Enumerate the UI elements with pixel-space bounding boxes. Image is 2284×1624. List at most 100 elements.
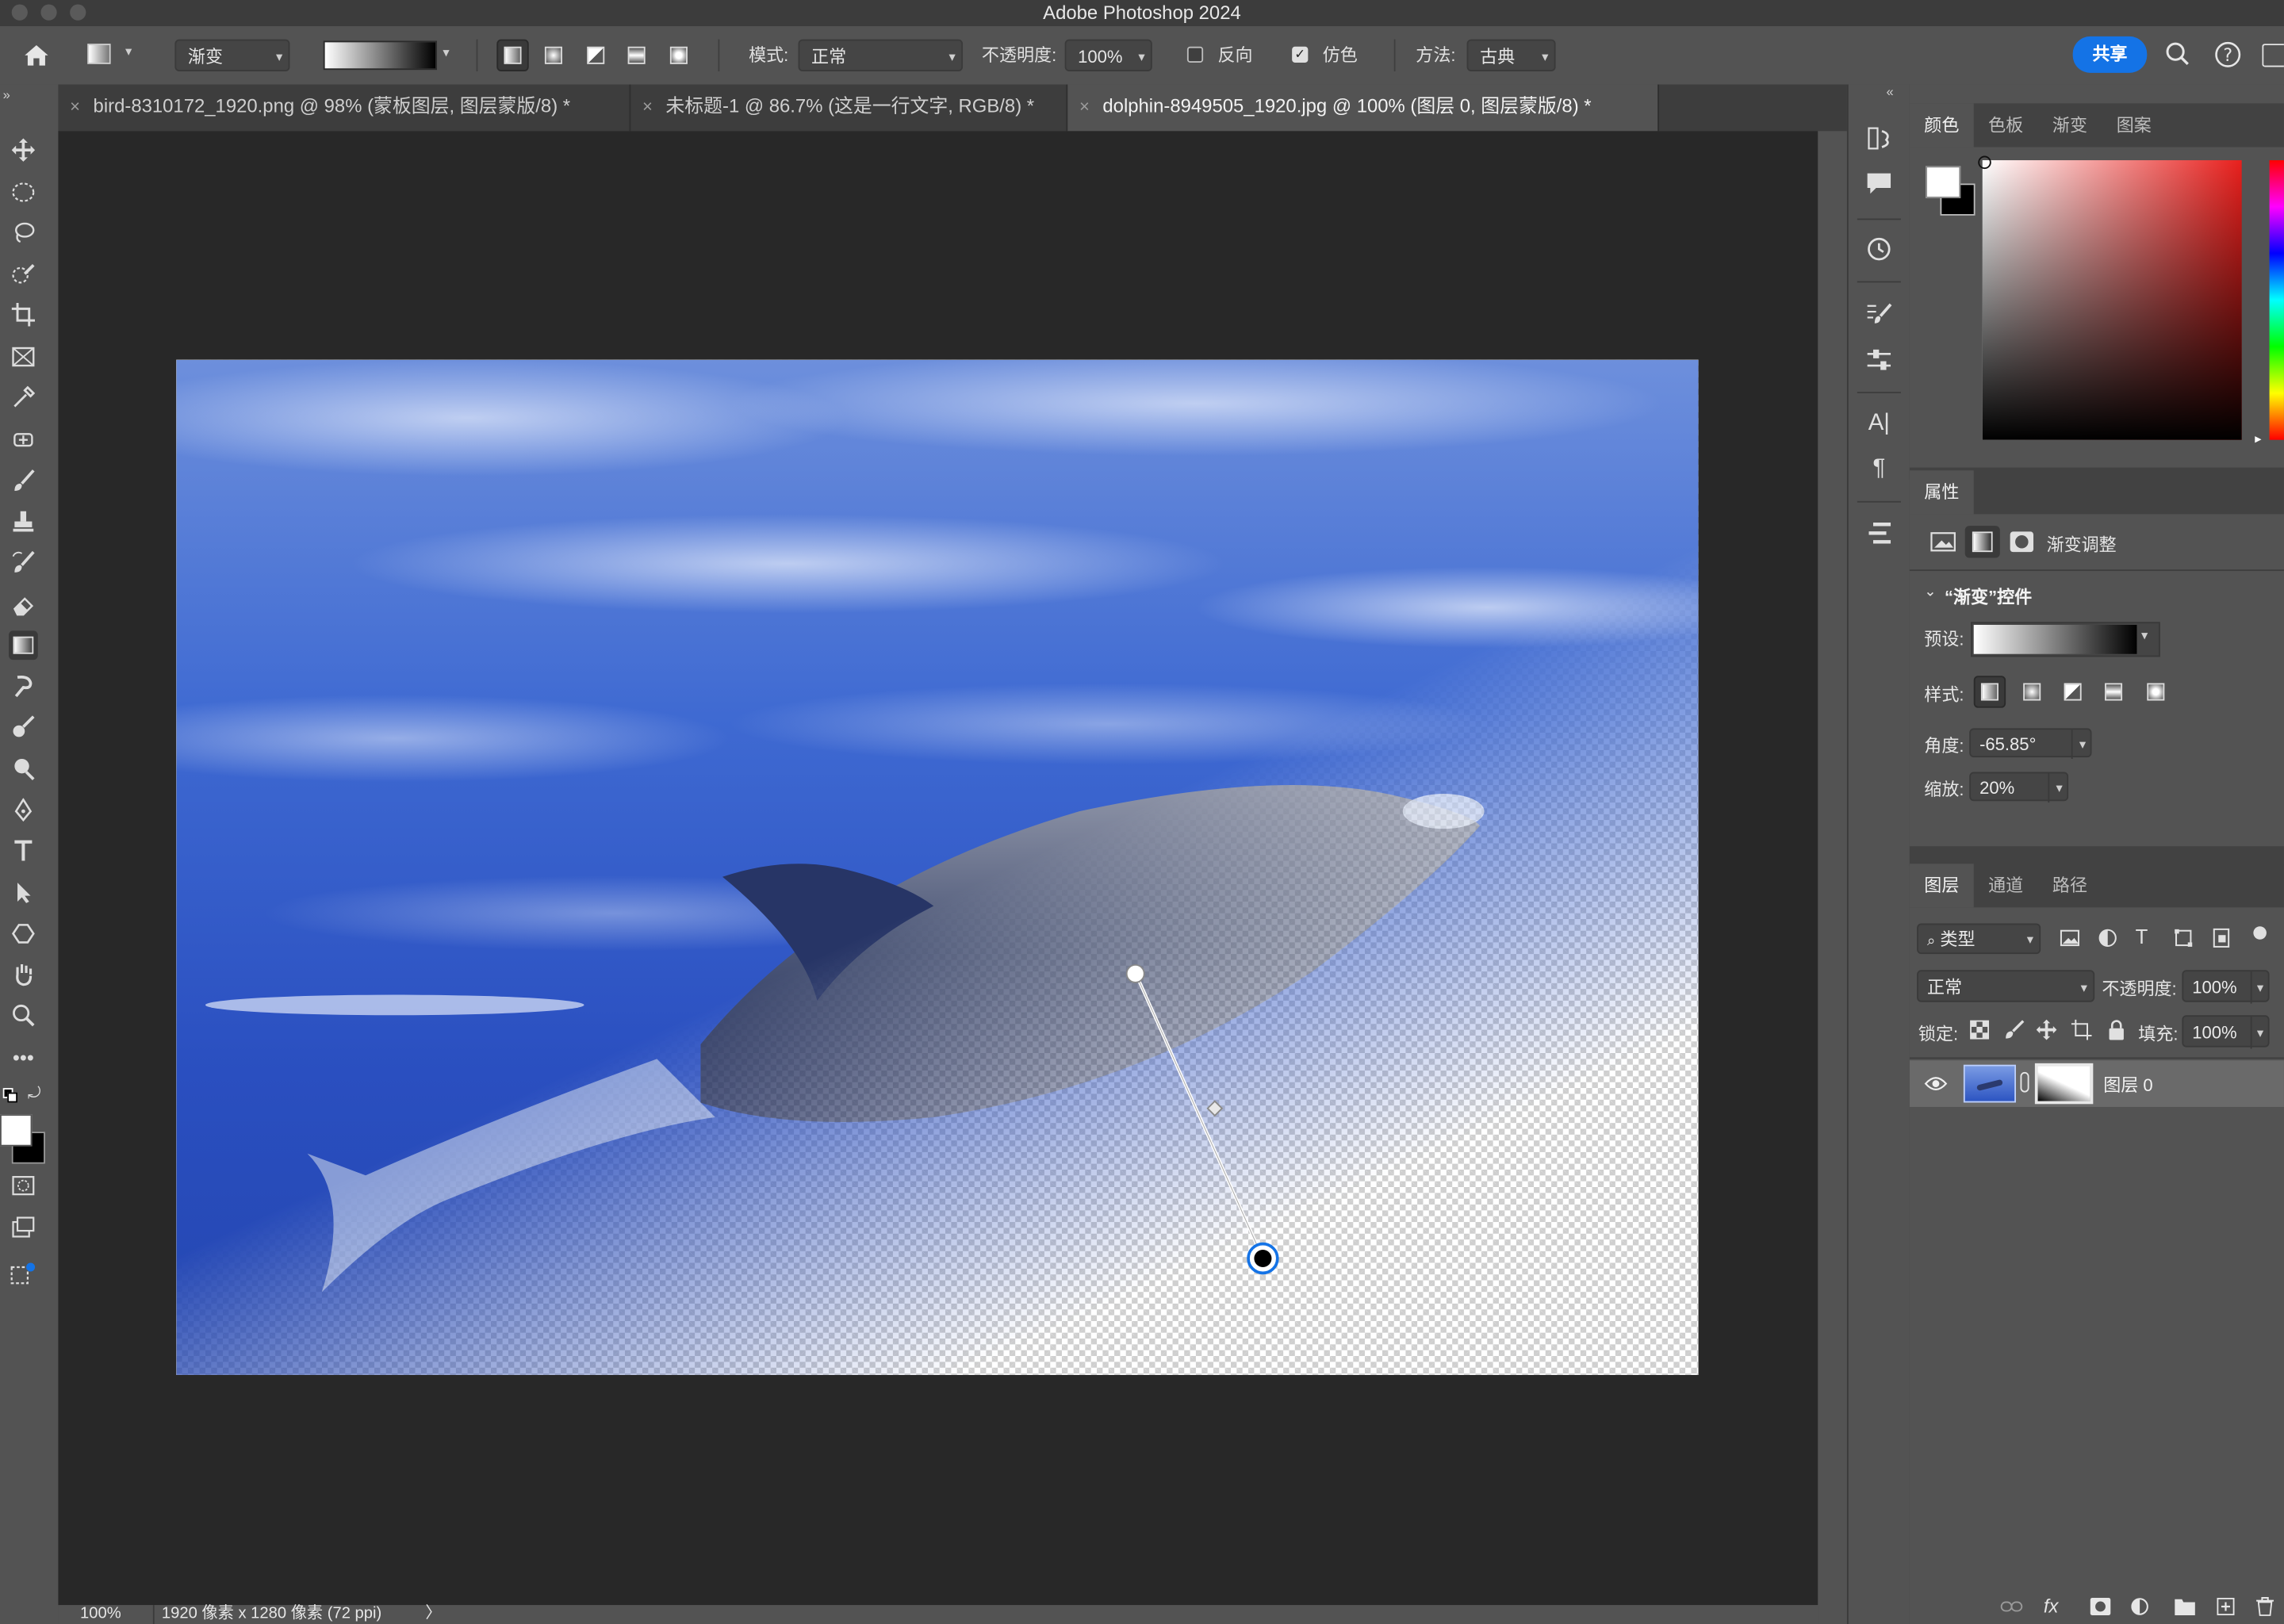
tab-swatches[interactable]: 色板 [1974,103,2038,147]
screen-mode-icon[interactable] [9,1213,38,1243]
filter-pixel-icon[interactable] [2060,928,2080,948]
radial-gradient-button[interactable] [538,40,569,71]
lock-position-icon[interactable] [2036,1019,2057,1040]
home-icon[interactable] [21,40,52,70]
pixel-layer-icon[interactable] [1930,530,1956,553]
lock-artboard-icon[interactable] [2071,1019,2092,1040]
pen-tool-icon[interactable] [9,795,38,825]
move-tool-icon[interactable] [9,136,38,165]
quick-mask-icon[interactable] [9,1171,38,1201]
method-dropdown[interactable]: 古典 ▾ [1466,39,1556,72]
add-mask-icon[interactable] [2090,1597,2111,1616]
path-selection-tool-icon[interactable] [9,879,38,908]
document-tab[interactable]: × 未标题-1 @ 86.7% (这是一行文字, RGB/8) * [630,84,1068,132]
scale-field[interactable]: 20% ▾ [1969,772,2069,803]
foreground-color-chip[interactable] [1926,166,1961,198]
collapse-toolbar-icon[interactable]: » [3,87,10,102]
zoom-tool-icon[interactable] [9,1001,38,1030]
dither-checkbox[interactable]: ✓ [1292,46,1309,63]
layer-name[interactable]: 图层 0 [2103,1072,2152,1097]
layer-filter-dropdown[interactable]: ⌕ 类型 ▾ [1917,923,2041,955]
reflected-gradient-button[interactable] [620,40,652,71]
gradient-start-handle[interactable] [1125,963,1145,983]
style-radial-button[interactable] [2016,676,2048,707]
properties-icon[interactable] [1863,517,1895,549]
dodge-tool-icon[interactable] [9,754,38,783]
comments-icon[interactable] [1863,167,1895,199]
fill-field[interactable]: 100% ▾ [2182,1015,2270,1049]
reverse-checkbox[interactable] [1186,46,1204,63]
search-icon[interactable] [2164,40,2194,70]
blend-mode-dropdown[interactable]: 正常 ▾ [1917,970,2095,1002]
style-angle-button[interactable] [2056,676,2088,707]
character-icon[interactable]: A| [1863,408,1895,439]
elliptical-marquee-tool-icon[interactable] [9,178,38,207]
default-colors-icon[interactable] [2,1088,18,1103]
zoom-level[interactable]: 100% [80,1605,121,1624]
document-tab-active[interactable]: × dolphin-8949505_1920.jpg @ 100% (图层 0,… [1067,84,1660,132]
new-layer-icon[interactable] [2217,1597,2235,1616]
gradient-preview-picker[interactable]: ▾ [322,40,459,71]
style-diamond-button[interactable] [2140,676,2171,707]
color-field[interactable] [1978,155,2242,440]
tab-channels[interactable]: 通道 [1974,864,2038,907]
preset-gradient-picker[interactable]: ▾ [1971,622,2160,657]
link-layers-icon[interactable] [2000,1598,2023,1615]
angle-field[interactable]: -65.85° ▾ [1969,728,2092,759]
eraser-tool-icon[interactable] [9,590,38,619]
gradient-type-dropdown[interactable]: 渐变 ▾ [174,39,290,72]
gradient-fill-icon[interactable] [1964,526,2000,558]
share-button[interactable]: 共享 [2072,36,2148,73]
style-reflected-button[interactable] [2098,676,2129,707]
filter-adjustment-icon[interactable] [2098,928,2118,948]
linear-gradient-button[interactable] [496,39,529,72]
lock-image-pixels-icon[interactable] [2004,1020,2025,1040]
gradient-end-handle[interactable] [1247,1242,1279,1275]
type-tool-icon[interactable] [9,836,38,865]
sponge-tool-icon[interactable] [9,712,38,741]
minimize-window-icon[interactable] [40,4,57,21]
hue-slider[interactable] [2269,160,2284,440]
hue-slider-marker[interactable]: ▸ [2255,431,2261,447]
mask-icon[interactable] [2009,530,2035,553]
tab-color[interactable]: 颜色 [1909,103,1974,147]
color-picker-cursor[interactable] [1978,155,1991,170]
history-icon[interactable] [1863,233,1895,265]
layer-effects-button[interactable]: fx [2044,1595,2059,1617]
gradient-controls-section[interactable]: “渐变”控件 [1945,584,2032,609]
shape-tool-icon[interactable] [9,919,38,948]
layer-mask-thumbnail[interactable] [2034,1063,2094,1105]
help-icon[interactable]: ? [2214,40,2244,70]
status-expand-icon[interactable]: 〉 [425,1605,441,1624]
history-states-icon[interactable] [1863,122,1895,154]
style-linear-button[interactable] [1973,676,2006,708]
document-canvas[interactable] [176,359,1699,1375]
document-tab[interactable]: × bird-8310172_1920.png @ 98% (蒙板图层, 图层蒙… [58,84,631,132]
foreground-color-swatch[interactable] [0,1114,33,1147]
canvas-area[interactable] [58,131,1818,1606]
layer-opacity-field[interactable]: 100% ▾ [2182,970,2270,1004]
hand-tool-icon[interactable] [9,959,38,989]
new-adjustment-layer-icon[interactable] [2131,1598,2148,1615]
tab-gradients[interactable]: 渐变 [2038,103,2102,147]
mask-link-icon[interactable] [2020,1071,2029,1093]
gradient-tool-icon[interactable] [9,630,38,661]
filter-shape-icon[interactable] [2173,928,2194,948]
edit-toolbar-icon[interactable] [9,1260,38,1289]
smudge-tool-icon[interactable] [9,672,38,701]
paragraph-icon[interactable]: ¶ [1863,453,1895,485]
tab-patterns[interactable]: 图案 [2102,103,2166,147]
filter-type-icon[interactable]: T [2136,925,2148,948]
tab-layers[interactable]: 图层 [1909,864,1974,908]
close-tab-icon[interactable]: × [642,85,653,128]
filter-toggle-icon[interactable] [2253,926,2267,940]
history-brush-tool-icon[interactable] [9,548,38,577]
close-window-icon[interactable] [11,4,28,21]
lock-transparent-pixels-icon[interactable] [1969,1020,1990,1040]
new-group-folder-icon[interactable] [2175,1598,2195,1616]
object-selection-tool-icon[interactable] [9,259,38,289]
delete-layer-icon[interactable] [2256,1596,2274,1617]
collapse-panels-icon[interactable]: « [1887,85,1894,99]
adjustments-icon[interactable] [1863,343,1895,375]
healing-brush-tool-icon[interactable] [9,425,38,454]
